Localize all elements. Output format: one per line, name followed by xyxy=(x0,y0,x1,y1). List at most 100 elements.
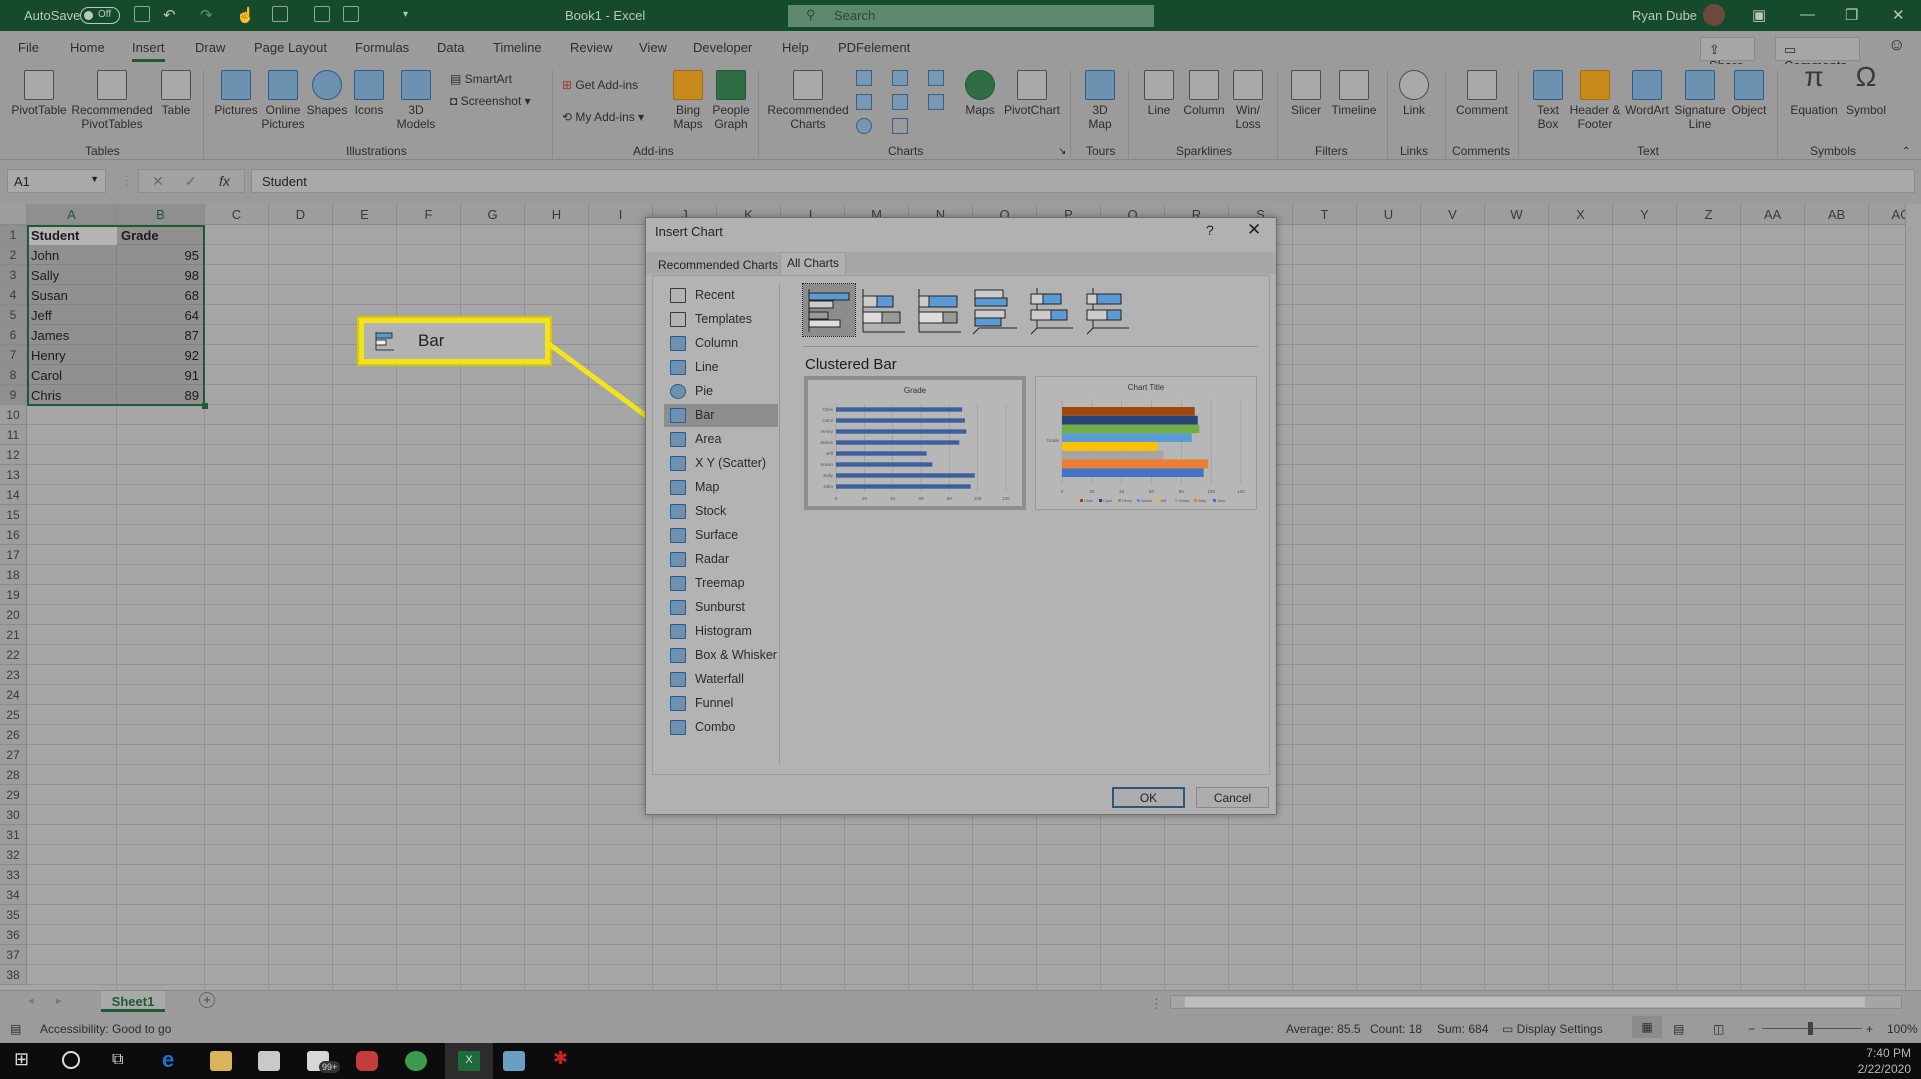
subtype-stacked-bar[interactable] xyxy=(859,284,911,336)
pictures-button[interactable]: Pictures xyxy=(212,70,260,117)
collapse-ribbon-icon[interactable]: ⌃ xyxy=(1902,146,1910,157)
chart-type-column[interactable]: Column xyxy=(664,332,778,355)
help-icon[interactable]: ? xyxy=(1206,222,1214,238)
my-addins-button[interactable]: ⟲ My Add-ins ▾ xyxy=(562,110,644,124)
row-header-1[interactable]: 1 xyxy=(0,225,27,245)
store-app-icon[interactable] xyxy=(258,1051,280,1071)
column-header-H[interactable]: H xyxy=(525,204,589,225)
row-header-34[interactable]: 34 xyxy=(0,885,27,905)
row-header-18[interactable]: 18 xyxy=(0,565,27,585)
tab-insert[interactable]: Insert xyxy=(132,40,165,62)
task-view-icon[interactable]: ⧉ xyxy=(112,1051,134,1071)
row-header-15[interactable]: 15 xyxy=(0,505,27,525)
mail-icon[interactable]: 99+ xyxy=(307,1051,341,1073)
tab-view[interactable]: View xyxy=(639,40,667,55)
row-header-20[interactable]: 20 xyxy=(0,605,27,625)
save-icon[interactable] xyxy=(134,6,150,22)
object-button[interactable]: Object xyxy=(1728,70,1770,117)
add-sheet-icon[interactable]: + xyxy=(199,992,215,1008)
comments-button[interactable]: ▭ Comments xyxy=(1775,37,1860,73)
insert-function-icon[interactable]: fx xyxy=(219,173,230,189)
sparkline-column-button[interactable]: Column xyxy=(1180,70,1228,117)
3d-map-button[interactable]: 3D Map xyxy=(1080,70,1120,131)
zoom-slider-thumb[interactable] xyxy=(1808,1022,1813,1035)
accessibility-status[interactable]: Accessibility: Good to go xyxy=(40,1022,171,1036)
timeline-button[interactable]: Timeline xyxy=(1328,70,1380,117)
row-header-31[interactable]: 31 xyxy=(0,825,27,845)
bing-maps-button[interactable]: Bing Maps xyxy=(668,70,708,131)
cell-student[interactable]: Jeff xyxy=(27,305,117,325)
row-header-7[interactable]: 7 xyxy=(0,345,27,365)
text-box-button[interactable]: Text Box xyxy=(1528,70,1568,131)
display-settings-button[interactable]: ▭ Display Settings xyxy=(1502,1022,1603,1036)
people-graph-button[interactable]: People Graph xyxy=(710,70,752,131)
scroll-right-icon[interactable]: ▸ xyxy=(56,994,62,1007)
tab-data[interactable]: Data xyxy=(437,40,464,55)
smartart-button[interactable]: ▤ SmartArt xyxy=(450,72,512,86)
close-window-icon[interactable]: ✕ xyxy=(1892,6,1905,24)
row-header-25[interactable]: 25 xyxy=(0,705,27,725)
table-button[interactable]: Table xyxy=(156,70,196,117)
cancel-button[interactable]: Cancel xyxy=(1196,787,1269,808)
get-addins-button[interactable]: ⊞ Get Add-ins xyxy=(562,78,638,92)
select-all-corner[interactable] xyxy=(0,204,27,225)
chart-type-combo[interactable]: Combo xyxy=(664,716,778,739)
chart-type-box-whisker[interactable]: Box & Whisker xyxy=(664,644,778,667)
customize-qat-icon[interactable]: ▾ xyxy=(403,9,408,20)
row-header-21[interactable]: 21 xyxy=(0,625,27,645)
column-header-F[interactable]: F xyxy=(397,204,461,225)
restore-icon[interactable]: ❐ xyxy=(1845,6,1858,24)
insert-hierarchy-chart-icon[interactable] xyxy=(892,70,908,86)
macro-record-icon[interactable]: ▤ xyxy=(10,1022,21,1036)
zoom-level[interactable]: 100% xyxy=(1887,1022,1918,1036)
row-header-6[interactable]: 6 xyxy=(0,325,27,345)
row-header-33[interactable]: 33 xyxy=(0,865,27,885)
row-header-26[interactable]: 26 xyxy=(0,725,27,745)
insert-column-chart-icon[interactable] xyxy=(856,70,872,86)
chart-type-map[interactable]: Map xyxy=(664,476,778,499)
name-box[interactable]: A1 ▼ xyxy=(7,169,106,193)
form-icon[interactable] xyxy=(343,6,359,22)
column-header-B[interactable]: B xyxy=(117,204,205,225)
ok-button[interactable]: OK xyxy=(1112,787,1185,808)
cell-grade[interactable]: 89 xyxy=(117,385,203,405)
cell-grade[interactable]: 92 xyxy=(117,345,203,365)
normal-view-icon[interactable]: ▦ xyxy=(1632,1016,1662,1038)
column-header-U[interactable]: U xyxy=(1357,204,1421,225)
user-name[interactable]: Ryan Dube xyxy=(1632,8,1697,23)
fill-handle[interactable] xyxy=(202,403,208,409)
splitter-icon[interactable]: ⋮ xyxy=(1150,996,1163,1012)
tab-developer[interactable]: Developer xyxy=(693,40,752,55)
format-icon[interactable] xyxy=(272,6,288,22)
cell-student[interactable]: John xyxy=(27,245,117,265)
slicer-button[interactable]: Slicer xyxy=(1286,70,1326,117)
tab-draw[interactable]: Draw xyxy=(195,40,225,55)
link-button[interactable]: Link xyxy=(1396,70,1432,117)
column-header-W[interactable]: W xyxy=(1485,204,1549,225)
close-icon[interactable]: ✕ xyxy=(1247,220,1261,240)
feedback-smiley-icon[interactable]: ☺ xyxy=(1888,35,1905,55)
autosave-toggle[interactable]: Off xyxy=(80,7,120,24)
row-header-8[interactable]: 8 xyxy=(0,365,27,385)
zoom-in-icon[interactable]: + xyxy=(1866,1022,1873,1036)
tab-home[interactable]: Home xyxy=(70,40,105,55)
cell-grade[interactable]: 91 xyxy=(117,365,203,385)
cell-header[interactable]: Grade xyxy=(117,225,205,245)
tab-page-layout[interactable]: Page Layout xyxy=(254,40,327,55)
subtype-clustered-bar[interactable] xyxy=(802,283,856,337)
chart-type-surface[interactable]: Surface xyxy=(664,524,778,547)
cell-header[interactable]: Student xyxy=(27,225,117,245)
preview-chart-1[interactable]: Grade 0 20 40 60 80 100 120 John Sally Susan Jeff J… xyxy=(804,376,1026,510)
recommended-charts-button[interactable]: Recommended Charts xyxy=(766,70,850,131)
row-header-10[interactable]: 10 xyxy=(0,405,27,425)
sparkline-line-button[interactable]: Line xyxy=(1140,70,1178,117)
icons-button[interactable]: Icons xyxy=(350,70,388,117)
online-pictures-button[interactable]: Online Pictures xyxy=(260,70,306,131)
horizontal-scrollbar[interactable] xyxy=(1170,995,1902,1009)
dialog-launcher-icon[interactable]: ↘ xyxy=(1058,146,1066,157)
column-header-Y[interactable]: Y xyxy=(1613,204,1677,225)
wordart-button[interactable]: WordArt xyxy=(1622,70,1672,117)
row-header-30[interactable]: 30 xyxy=(0,805,27,825)
cell-grade[interactable]: 87 xyxy=(117,325,203,345)
row-header-38[interactable]: 38 xyxy=(0,965,27,985)
